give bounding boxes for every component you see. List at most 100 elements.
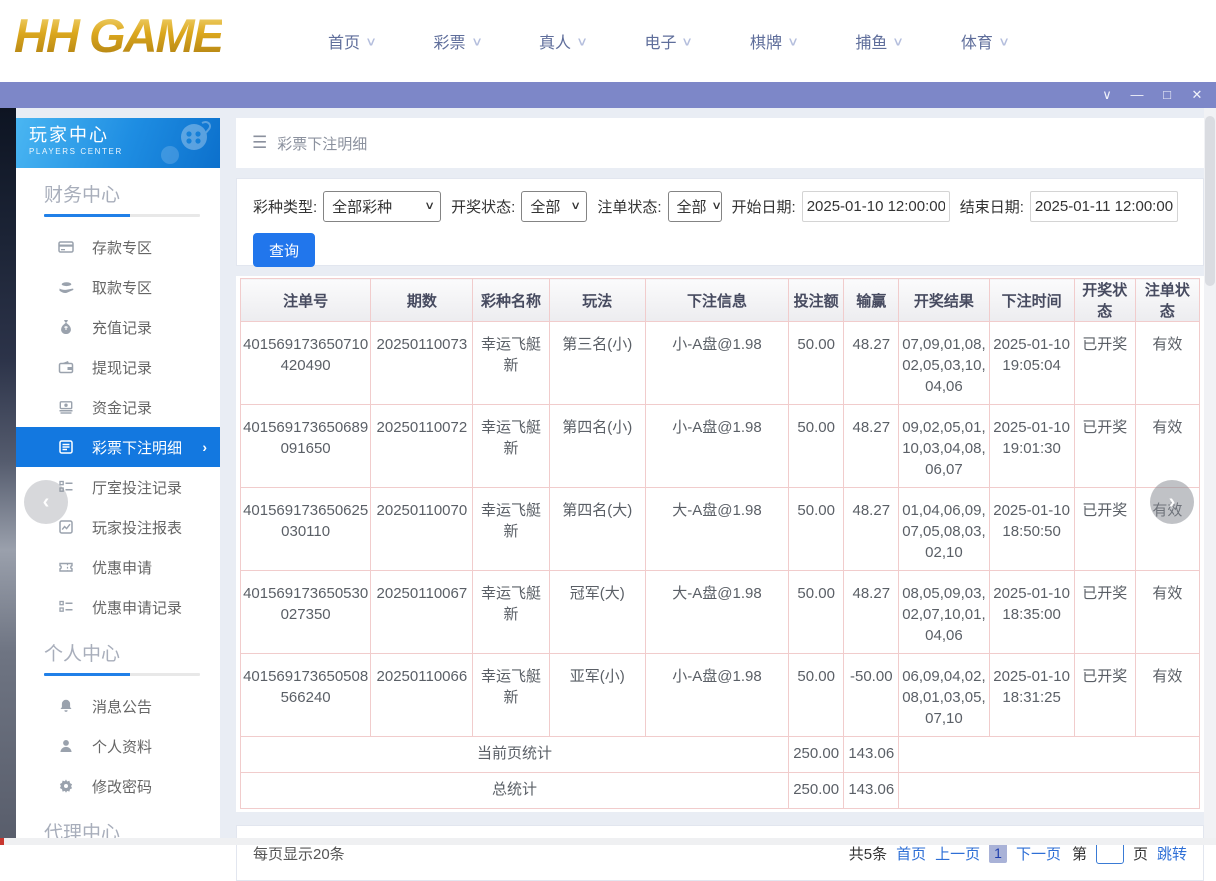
sidebar-item[interactable]: 资金记录›	[16, 387, 220, 427]
table-row: 40156917365053002735020250110067幸运飞艇新冠军(…	[241, 571, 1200, 654]
summary-empty	[899, 773, 1200, 809]
sidebar-section-title-1: 财务中心	[44, 180, 200, 207]
table-row: 40156917365062503011020250110070幸运飞艇新第四名…	[241, 488, 1200, 571]
table-cell: 20250110070	[371, 488, 473, 571]
prev-page-link[interactable]: 上一页	[935, 843, 980, 864]
nav-item-label: 棋牌	[750, 29, 782, 53]
close-button[interactable]: ✕	[1182, 82, 1212, 108]
order-status-select[interactable]: 全部 ∨	[668, 191, 722, 222]
maximize-button[interactable]: □	[1152, 82, 1182, 108]
chevron-right-icon: ›	[1169, 491, 1176, 514]
jump-prefix-label: 第	[1072, 843, 1087, 864]
sidebar: 玩家中心 PLAYERS CENTER 财务中心存款专区›取款专区›充值记录›提…	[16, 118, 220, 838]
minimize-button[interactable]: —	[1122, 82, 1152, 108]
sidebar-item-label: 提现记录	[92, 357, 152, 378]
current-page-badge[interactable]: 1	[989, 843, 1007, 863]
sidebar-item[interactable]: 充值记录›	[16, 307, 220, 347]
summary-row: 当前页统计250.00143.06	[241, 737, 1200, 773]
column-header: 玩法	[549, 279, 645, 322]
table-row: 40156917365071042049020250110073幸运飞艇新第三名…	[241, 322, 1200, 405]
bell-icon	[58, 698, 76, 714]
hamburger-icon[interactable]: ☰	[252, 133, 267, 153]
sidebar-item[interactable]: 优惠申请›	[16, 547, 220, 587]
table-cell: 已开奖	[1074, 405, 1135, 488]
chevron-down-button[interactable]: ∨	[1092, 82, 1122, 108]
end-date-input[interactable]	[1030, 191, 1178, 222]
jump-page-input[interactable]	[1096, 842, 1124, 864]
sidebar-item[interactable]: 消息公告›	[16, 686, 220, 726]
draw-status-select[interactable]: 全部 ∨	[521, 191, 587, 222]
table-cell: 20250110066	[371, 654, 473, 737]
sidebar-item[interactable]: 修改密码›	[16, 766, 220, 806]
sidebar-item-label: 存款专区	[92, 237, 152, 258]
jump-suffix-label: 页	[1133, 843, 1148, 864]
table-cell: 幸运飞艇新	[473, 654, 549, 737]
nav-item-3[interactable]: 真人∨	[539, 29, 586, 53]
nav-item-2[interactable]: 彩票∨	[433, 29, 480, 53]
nav-item-7[interactable]: 体育∨	[961, 29, 1008, 53]
jump-button[interactable]: 跳转	[1157, 843, 1187, 864]
first-page-link[interactable]: 首页	[896, 843, 926, 864]
chevron-down-icon: ∨	[576, 34, 588, 48]
section-divider	[44, 214, 200, 217]
sidebar-item-label: 玩家投注报表	[92, 517, 182, 538]
summary-winloss-total: 143.06	[844, 737, 899, 773]
summary-bet-total: 250.00	[789, 773, 844, 809]
panel-expand-button[interactable]: ›	[1150, 480, 1194, 524]
coupon-icon	[58, 559, 76, 575]
sidebar-item[interactable]: 提现记录›	[16, 347, 220, 387]
table-cell: 401569173650530027350	[241, 571, 371, 654]
table-cell: 幸运飞艇新	[473, 322, 549, 405]
hh-game-logo: HH GAME	[14, 8, 222, 63]
search-button[interactable]: 查询	[253, 233, 315, 267]
start-date-input[interactable]	[802, 191, 950, 222]
column-header: 注单号	[241, 279, 371, 322]
left-background-strip	[0, 108, 16, 845]
table-cell: 2025-01-10 18:50:50	[989, 488, 1074, 571]
order-status-value: 全部	[677, 196, 707, 217]
table-cell: 401569173650625030110	[241, 488, 371, 571]
table-cell: 已开奖	[1074, 571, 1135, 654]
sidebar-item-label: 厅室投注记录	[92, 477, 182, 498]
sidebar-item-label: 充值记录	[92, 317, 152, 338]
sidebar-item[interactable]: 取款专区›	[16, 267, 220, 307]
sidebar-item[interactable]: 个人资料›	[16, 726, 220, 766]
table-cell: 09,02,05,01,10,03,04,08,06,07	[899, 405, 989, 488]
table-cell: 幸运飞艇新	[473, 405, 549, 488]
sidebar-collapse-button[interactable]: ‹	[24, 480, 68, 524]
table-cell: 已开奖	[1074, 654, 1135, 737]
table-cell: 小-A盘@1.98	[645, 405, 788, 488]
table-cell: 幸运飞艇新	[473, 488, 549, 571]
table-cell: 有效	[1135, 571, 1199, 654]
sidebar-item[interactable]: 彩票下注明细›	[16, 427, 220, 467]
table-header-row: 注单号期数彩种名称玩法下注信息投注额输赢开奖结果下注时间开奖状态注单状态	[241, 279, 1200, 322]
vertical-scrollbar[interactable]	[1204, 108, 1216, 838]
scrollbar-thumb[interactable]	[1205, 116, 1215, 286]
table-cell: 已开奖	[1074, 322, 1135, 405]
table-cell: 亚军(小)	[549, 654, 645, 737]
summary-label: 当前页统计	[241, 737, 789, 773]
table-cell: 48.27	[844, 322, 899, 405]
table-cell: 2025-01-10 19:05:04	[989, 322, 1074, 405]
column-header: 注单状态	[1135, 279, 1199, 322]
table-cell: 20250110073	[371, 322, 473, 405]
chevron-down-icon: ∨	[681, 34, 693, 48]
nav-item-5[interactable]: 棋牌∨	[750, 29, 797, 53]
nav-item-6[interactable]: 捕鱼∨	[855, 29, 902, 53]
start-date-label: 开始日期:	[732, 196, 796, 217]
nav-item-4[interactable]: 电子∨	[644, 29, 691, 53]
column-header: 下注时间	[989, 279, 1074, 322]
lottery-type-select[interactable]: 全部彩种 ∨	[323, 191, 441, 222]
table-cell: 2025-01-10 18:31:25	[989, 654, 1074, 737]
chart-report-icon	[58, 519, 76, 535]
funds-icon	[58, 399, 76, 415]
sidebar-item[interactable]: 优惠申请记录›	[16, 587, 220, 627]
sidebar-item[interactable]: 存款专区›	[16, 227, 220, 267]
next-page-link[interactable]: 下一页	[1016, 843, 1061, 864]
bottom-edge-strip	[4, 838, 1216, 845]
chevron-right-icon: ›	[202, 439, 207, 455]
main-panel: ☰ 彩票下注明细 彩种类型: 全部彩种 ∨ 开奖状态: 全部 ∨ 注单状态: 全…	[236, 118, 1204, 881]
nav-item-label: 首页	[328, 29, 360, 53]
nav-item-1[interactable]: 首页∨	[328, 29, 375, 53]
lottery-type-value: 全部彩种	[332, 196, 392, 217]
